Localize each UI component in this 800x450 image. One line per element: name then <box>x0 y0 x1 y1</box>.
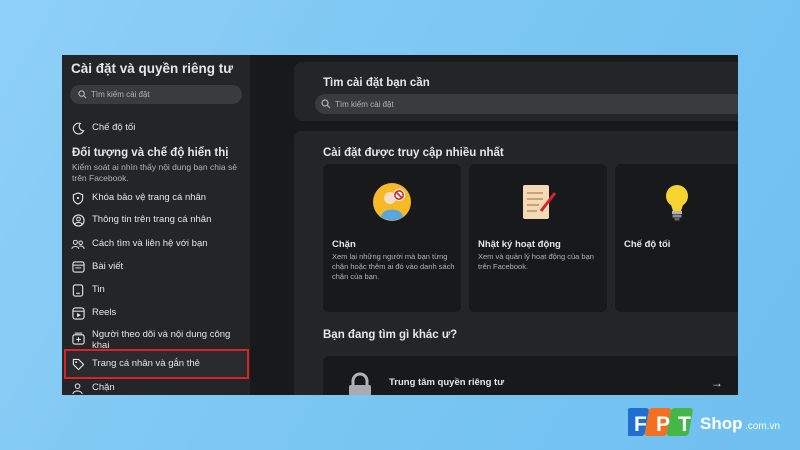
sidebar-item-label: Trang cá nhân và gắn thẻ <box>92 358 200 369</box>
svg-text:T: T <box>678 413 691 436</box>
privacy-center-title: Trung tâm quyền riêng tư <box>389 377 505 388</box>
settings-sidebar: Cài đặt và quyền riêng tư Chế độ tối Đối… <box>62 55 250 395</box>
tile-dark-mode[interactable]: Chế độ tối <box>615 164 738 312</box>
sidebar-item-label: Người theo dõi và nội dung công khai <box>92 329 231 351</box>
sidebar-item-label: Khóa bảo vệ trang cá nhân <box>92 192 207 203</box>
sidebar-item-label: Thông tin trên trang cá nhân <box>92 214 212 225</box>
search-card: Tìm cài đặt bạn cần <box>294 62 738 121</box>
sidebar-item-stories[interactable]: Tin <box>71 283 246 297</box>
section-description: Kiểm soát ai nhìn thấy nội dung bạn chia… <box>72 162 237 183</box>
sidebar-search[interactable] <box>70 85 242 104</box>
svg-text:P: P <box>656 413 670 436</box>
people-icon <box>71 237 85 251</box>
activity-log-icon <box>523 185 557 219</box>
tile-blocking[interactable]: Chặn Xem lại những người mà bạn từng chặ… <box>323 164 461 312</box>
post-icon <box>71 260 85 274</box>
tag-icon <box>71 357 85 371</box>
sidebar-item-followers[interactable]: Người theo dõi và nội dung công khai <box>71 328 246 351</box>
lightbulb-icon <box>665 185 688 221</box>
tile-description: Xem và quản lý hoạt động của bạn trên Fa… <box>478 252 594 271</box>
lock-icon <box>349 372 371 395</box>
sidebar-title: Cài đặt và quyền riêng tư <box>71 61 234 76</box>
sidebar-item-label: Cách tìm và liên hệ với bạn <box>92 238 208 249</box>
main-search-input[interactable] <box>335 99 475 109</box>
sidebar-item-blocking[interactable]: Chặn <box>71 381 246 395</box>
story-icon <box>71 283 85 297</box>
sidebar-item-label: Chế độ tối <box>92 122 136 133</box>
sidebar-item-posts[interactable]: Bài viết <box>71 260 246 274</box>
sidebar-item-find-contact[interactable]: Cách tìm và liên hệ với bạn <box>71 237 246 251</box>
settings-main: Tìm cài đặt bạn cần Cài đặt được truy cậ… <box>250 55 738 395</box>
svg-text:Shop: Shop <box>700 414 743 433</box>
shield-icon <box>71 191 85 205</box>
sidebar-item-label: Bài viết <box>92 261 124 272</box>
tile-title: Chặn <box>332 239 356 250</box>
sidebar-item-profile-lock[interactable]: Khóa bảo vệ trang cá nhân <box>71 191 246 205</box>
block-person-icon <box>373 183 411 221</box>
sidebar-item-label: Chặn <box>92 382 115 393</box>
sidebar-item-profile-info[interactable]: Thông tin trên trang cá nhân <box>71 213 246 227</box>
moon-icon <box>71 121 85 135</box>
search-card-title: Tìm cài đặt bạn cần <box>323 77 430 89</box>
tile-title: Chế độ tối <box>624 239 671 250</box>
reels-icon <box>71 306 85 320</box>
other-title: Bạn đang tìm gì khác ư? <box>323 329 458 341</box>
tile-title: Nhật ký hoạt động <box>478 239 561 250</box>
privacy-center-row[interactable]: Trung tâm quyền riêng tư → <box>323 356 738 395</box>
fpt-letters: F P T <box>628 408 693 436</box>
block-icon <box>71 381 85 395</box>
main-search[interactable] <box>315 94 738 114</box>
section-title: Đối tượng và chế độ hiển thị <box>72 147 229 159</box>
sidebar-item-reels[interactable]: Reels <box>71 306 246 320</box>
svg-text:.com.vn: .com.vn <box>745 421 780 432</box>
arrow-right-icon: → <box>711 376 723 390</box>
most-visited-title: Cài đặt được truy cập nhiều nhất <box>323 147 504 159</box>
search-icon <box>78 90 87 99</box>
tile-description: Xem lại những người mà bạn từng chặn hoặ… <box>332 252 455 281</box>
settings-window: Cài đặt và quyền riêng tư Chế độ tối Đối… <box>62 55 738 395</box>
sidebar-search-input[interactable] <box>91 90 231 99</box>
sidebar-item-dark-mode[interactable]: Chế độ tối <box>71 121 246 135</box>
followers-icon <box>71 331 85 345</box>
most-visited-card: Cài đặt được truy cập nhiều nhất Chặn Xe… <box>294 131 738 395</box>
sidebar-item-profile-tagging[interactable]: Trang cá nhân và gắn thẻ <box>71 357 246 371</box>
search-icon <box>321 99 331 109</box>
svg-text:F: F <box>634 413 647 436</box>
tile-activity-log[interactable]: Nhật ký hoạt động Xem và quản lý hoạt độ… <box>469 164 607 312</box>
profile-icon <box>71 213 85 227</box>
fpt-shop-logo: F P T Shop .com.vn <box>628 408 780 436</box>
sidebar-item-label: Tin <box>92 284 105 295</box>
sidebar-item-label: Reels <box>92 307 117 318</box>
